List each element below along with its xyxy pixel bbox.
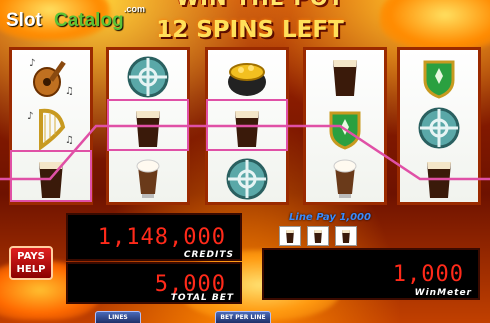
stout-pint-icon [279, 226, 301, 246]
harp-icon: ♪ ♫ [12, 103, 90, 153]
credits-label: CREDITS [183, 250, 234, 260]
total-bet-meter: 5,000 TOTAL BET [66, 262, 242, 304]
win-meter: 1,000 WinMeter [262, 248, 480, 300]
reel-5 [397, 47, 481, 205]
celtic-knot-coin-icon [208, 154, 286, 204]
win-value: 1,000 [392, 262, 464, 287]
stout-pint-icon [306, 52, 384, 102]
mandolin-icon: ♪ ♫ [12, 52, 90, 102]
lines-played-button[interactable]: LINES PLAYED [95, 311, 141, 323]
gold-pot-icon [208, 52, 286, 102]
svg-text:♫: ♫ [65, 86, 74, 97]
slot-game-screen: WIN THE POT 12 SPINS LEFT Slot Catalog .… [0, 0, 490, 323]
credits-meter: 1,148,000 CREDITS [66, 213, 242, 261]
irish-coffee-icon [306, 154, 384, 204]
free-spins-remaining: 12 SPINS LEFT [156, 17, 344, 43]
stout-pint-icon [335, 226, 357, 246]
winning-symbol-highlight [107, 99, 189, 151]
win-meter-label: WinMeter [414, 288, 472, 298]
stout-pint-icon [400, 154, 478, 204]
winning-symbol-highlight [206, 99, 288, 151]
pays-help-button[interactable]: PAYS HELP [9, 246, 53, 280]
banner-title: WIN THE POT [150, 0, 370, 10]
green-shield-crest-icon [306, 103, 384, 153]
button-row: LINES PLAYED BET PER LINE [0, 307, 490, 323]
celtic-knot-coin-icon [109, 52, 187, 102]
credits-value: 1,148,000 [97, 225, 226, 250]
logo-catalog-text: Catalog [54, 10, 124, 31]
svg-text:♪: ♪ [27, 111, 33, 122]
svg-text:♫: ♫ [65, 135, 74, 146]
logo-com-text: .com [124, 4, 146, 14]
control-panel: 1,148,000 CREDITS 5,000 TOTAL BET PAYS H… [0, 206, 490, 323]
reel-area: ♪ ♫ ♪ ♫ [9, 47, 481, 205]
line-pay-label: Line Pay 1,000 [289, 212, 371, 223]
green-shield-crest-icon [400, 52, 478, 102]
total-bet-label: TOTAL BET [170, 293, 234, 303]
svg-text:♪: ♪ [29, 58, 35, 69]
winning-symbol-highlight [10, 150, 92, 202]
stout-pint-icon [307, 226, 329, 246]
bet-per-line-button[interactable]: BET PER LINE [215, 311, 271, 323]
logo-slot-text: Slot [6, 10, 42, 31]
celtic-knot-coin-icon [400, 103, 478, 153]
irish-coffee-icon [109, 154, 187, 204]
reel-4 [303, 47, 387, 205]
